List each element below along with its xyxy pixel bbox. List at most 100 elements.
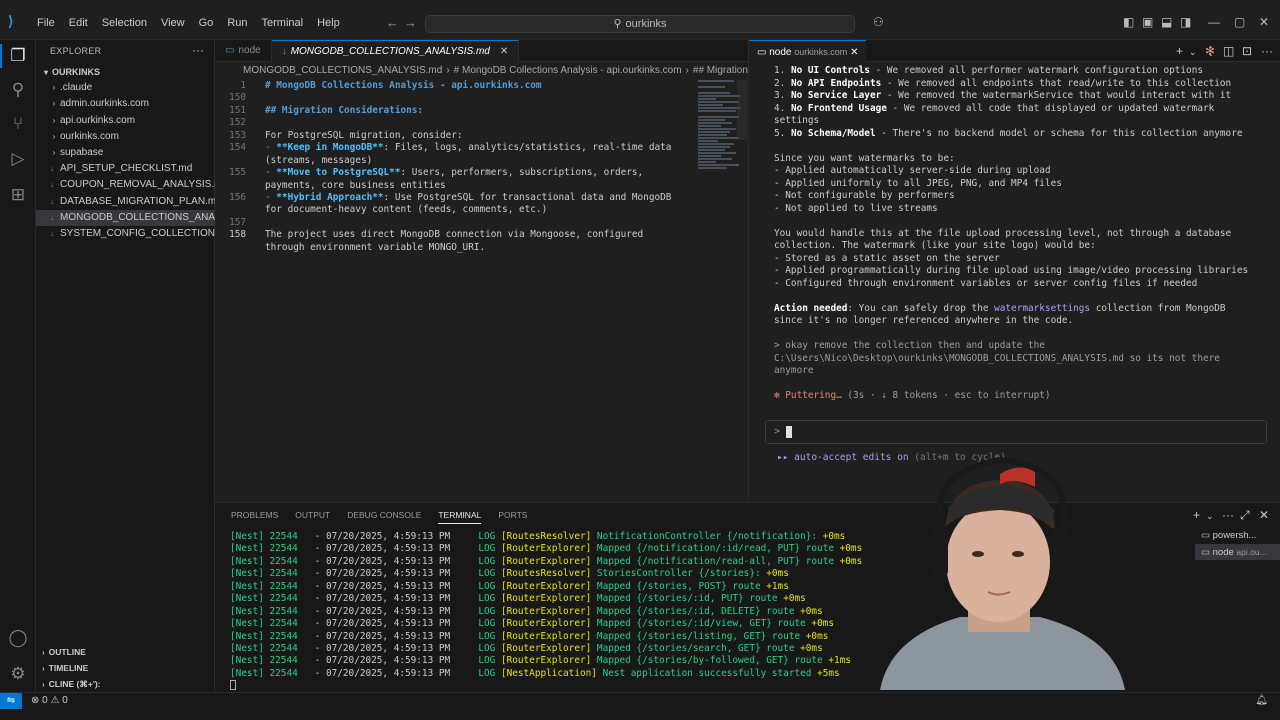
minimap-line <box>698 101 739 103</box>
log-msg: Mapped {/notification/:id/read, PUT} rou… <box>596 543 834 555</box>
lock-icon[interactable]: ⊡ <box>1242 44 1252 58</box>
command-center-search[interactable]: ⚲ ourkinks <box>425 15 855 33</box>
code-line[interactable]: through environment variable MONGO_URI. <box>215 242 695 254</box>
toggle-sidebar-icon[interactable]: ▣ <box>1142 15 1153 29</box>
source-control-icon[interactable]: ⑂ <box>6 112 30 136</box>
menu-help[interactable]: Help <box>310 17 347 29</box>
file-item[interactable]: ↓ MONGODB_COLLECTIONS_ANALY... <box>36 209 215 226</box>
tab-sublabel: ourkinks.com <box>794 47 848 57</box>
chevron-down-icon[interactable]: ⌄ <box>1206 511 1214 522</box>
timeline-section[interactable]: › TIMELINE <box>36 660 215 676</box>
close-window-icon[interactable]: ✕ <box>1259 15 1269 29</box>
code-line[interactable]: (streams, messages) <box>215 155 695 167</box>
more-actions-icon[interactable]: ··· <box>1261 44 1273 58</box>
code-line[interactable]: 153 For PostgreSQL migration, consider: <box>215 130 695 142</box>
explorer-icon[interactable]: ❐ <box>6 44 30 68</box>
output-text: - We removed the watermarkService that w… <box>881 90 1232 101</box>
code-line[interactable]: 150 <box>215 92 695 104</box>
extensions-icon[interactable]: ⊞ <box>6 183 30 207</box>
back-arrow-icon[interactable]: ← <box>386 15 399 30</box>
code-line[interactable]: 158 The project uses direct MongoDB conne… <box>215 229 695 241</box>
chevron-down-icon[interactable]: ⌄ <box>1189 47 1197 58</box>
close-tab-icon[interactable]: ✕ <box>850 47 858 58</box>
code-line[interactable]: 154 - **Keep in MongoDB**: Files, logs, a… <box>215 142 695 154</box>
folder-item[interactable]: › ourkinks.com <box>36 129 215 145</box>
code-token: - <box>265 167 277 179</box>
settings-gear-icon[interactable]: ⚙ <box>6 662 30 686</box>
menu-terminal[interactable]: Terminal <box>255 17 311 29</box>
code-line[interactable]: 157 <box>215 217 695 229</box>
menu-file[interactable]: File <box>30 17 62 29</box>
cline-section[interactable]: › CLINE (⌘+'): <box>36 676 215 692</box>
toggle-primary-sidebar-icon[interactable]: ◧ <box>1123 15 1134 29</box>
folder-item[interactable]: › supabase <box>36 145 215 161</box>
folder-item[interactable]: › api.ourkinks.com <box>36 113 215 129</box>
breadcrumb-subheading[interactable]: ## Migration C <box>693 65 748 76</box>
file-item[interactable]: ↓ SYSTEM_CONFIG_COLLECTIONS_A... <box>36 226 215 242</box>
code-token: for document-heavy content (feeds, comme… <box>265 204 548 216</box>
breadcrumb-file[interactable]: MONGODB_COLLECTIONS_ANALYSIS.md <box>243 65 442 76</box>
copilot-icon[interactable]: ⚇ <box>873 15 884 29</box>
maximize-panel-icon[interactable]: ⤢ <box>1240 508 1250 523</box>
code-line[interactable]: payments, core business entities <box>215 180 695 192</box>
file-item[interactable]: ↓ DATABASE_MIGRATION_PLAN.md <box>36 194 215 210</box>
editor-scrollbar[interactable] <box>737 80 747 140</box>
file-item[interactable]: ↓ API_SETUP_CHECKLIST.md <box>36 161 215 177</box>
breadcrumb-heading[interactable]: # MongoDB Collections Analysis - api.our… <box>454 65 682 76</box>
outline-section[interactable]: › OUTLINE <box>36 644 215 660</box>
code-line[interactable]: for document-heavy content (feeds, comme… <box>215 204 695 216</box>
log-level: LOG <box>450 531 501 542</box>
tab-mongodb-analysis[interactable]: ↓ MONGODB_COLLECTIONS_ANALYSIS.md ✕ <box>271 40 520 62</box>
code-line[interactable]: 151 ## Migration Considerations: <box>215 105 695 117</box>
forward-arrow-icon[interactable]: → <box>404 15 417 30</box>
log-dur: +5ms <box>817 667 840 679</box>
menu-edit[interactable]: Edit <box>62 17 95 29</box>
search-view-icon[interactable]: ⚲ <box>6 78 30 102</box>
terminal-output[interactable]: [Nest] 22544 - 07/20/2025, 4:59:13 PM LO… <box>230 531 930 693</box>
code-line[interactable]: 1 # MongoDB Collections Analysis - api.ou… <box>215 80 695 92</box>
close-panel-icon[interactable]: ✕ <box>1259 508 1269 522</box>
notifications-bell-icon[interactable]: 🔔︎ <box>1255 695 1268 706</box>
output-text: C:\Users\Nico\Desktop\ourkinks\MONGODB_C… <box>774 352 1220 364</box>
account-icon[interactable]: ◯ <box>6 626 30 650</box>
tab-output[interactable]: OUTPUT <box>295 510 330 524</box>
markdown-file-icon: ↓ <box>50 212 54 222</box>
tab-terminal[interactable]: TERMINAL <box>438 510 482 524</box>
claude-prompt-input[interactable]: > <box>765 420 1267 444</box>
minimize-icon[interactable]: — <box>1208 15 1220 29</box>
code-editor[interactable]: 1 # MongoDB Collections Analysis - api.ou… <box>215 80 695 254</box>
terminal-item-powershell[interactable]: ▭ powersh... <box>1195 528 1280 544</box>
claude-icon[interactable]: ✻ <box>1205 44 1215 58</box>
log-line: [Nest] 22544 - 07/20/2025, 4:59:13 PM LO… <box>230 655 930 667</box>
menu-go[interactable]: Go <box>192 17 221 29</box>
tab-ports[interactable]: PORTS <box>498 510 527 524</box>
close-tab-icon[interactable]: ✕ <box>500 46 508 57</box>
folder-item[interactable]: › .claude <box>36 80 215 96</box>
menu-selection[interactable]: Selection <box>95 17 154 29</box>
code-line[interactable]: 155 - **Move to PostgreSQL**: Users, perf… <box>215 167 695 179</box>
tab-problems[interactable]: PROBLEMS <box>231 510 278 524</box>
menu-view[interactable]: View <box>154 17 192 29</box>
terminal-item-node[interactable]: ▭ node api.ou... <box>1195 544 1280 560</box>
menu-run[interactable]: Run <box>220 17 254 29</box>
folder-item[interactable]: › admin.ourkinks.com <box>36 96 215 112</box>
remote-indicator-icon[interactable]: ⇋ <box>0 693 22 709</box>
toggle-secondary-sidebar-icon[interactable]: ◨ <box>1180 15 1191 29</box>
more-actions-icon[interactable]: ··· <box>1222 508 1234 522</box>
toggle-panel-icon[interactable]: ⬓ <box>1161 15 1172 29</box>
file-item[interactable]: ↓ COUPON_REMOVAL_ANALYSIS.md <box>36 177 215 193</box>
tab-node-terminal[interactable]: ▭ node ourkinks.com ✕ <box>749 40 867 62</box>
new-terminal-icon[interactable]: + <box>1176 44 1183 58</box>
workspace-root[interactable]: ▾ OURKINKS <box>36 64 215 80</box>
maximize-icon[interactable]: ▢ <box>1234 15 1245 29</box>
tab-node[interactable]: ▭ node <box>215 40 272 62</box>
problems-status[interactable]: ⊗ 0 ⚠ 0 <box>31 695 68 706</box>
run-debug-icon[interactable]: ▷ <box>6 147 30 171</box>
more-actions-icon[interactable]: ··· <box>192 43 204 57</box>
tab-debug-console[interactable]: DEBUG CONSOLE <box>347 510 421 524</box>
layout-icon[interactable]: ◫ <box>1223 44 1234 58</box>
timeline-label: TIMELINE <box>48 663 89 673</box>
code-line[interactable]: 152 <box>215 117 695 129</box>
code-line[interactable]: 156 - **Hybrid Approach**: Use PostgreSQL… <box>215 192 695 204</box>
new-terminal-icon[interactable]: + <box>1193 508 1200 522</box>
